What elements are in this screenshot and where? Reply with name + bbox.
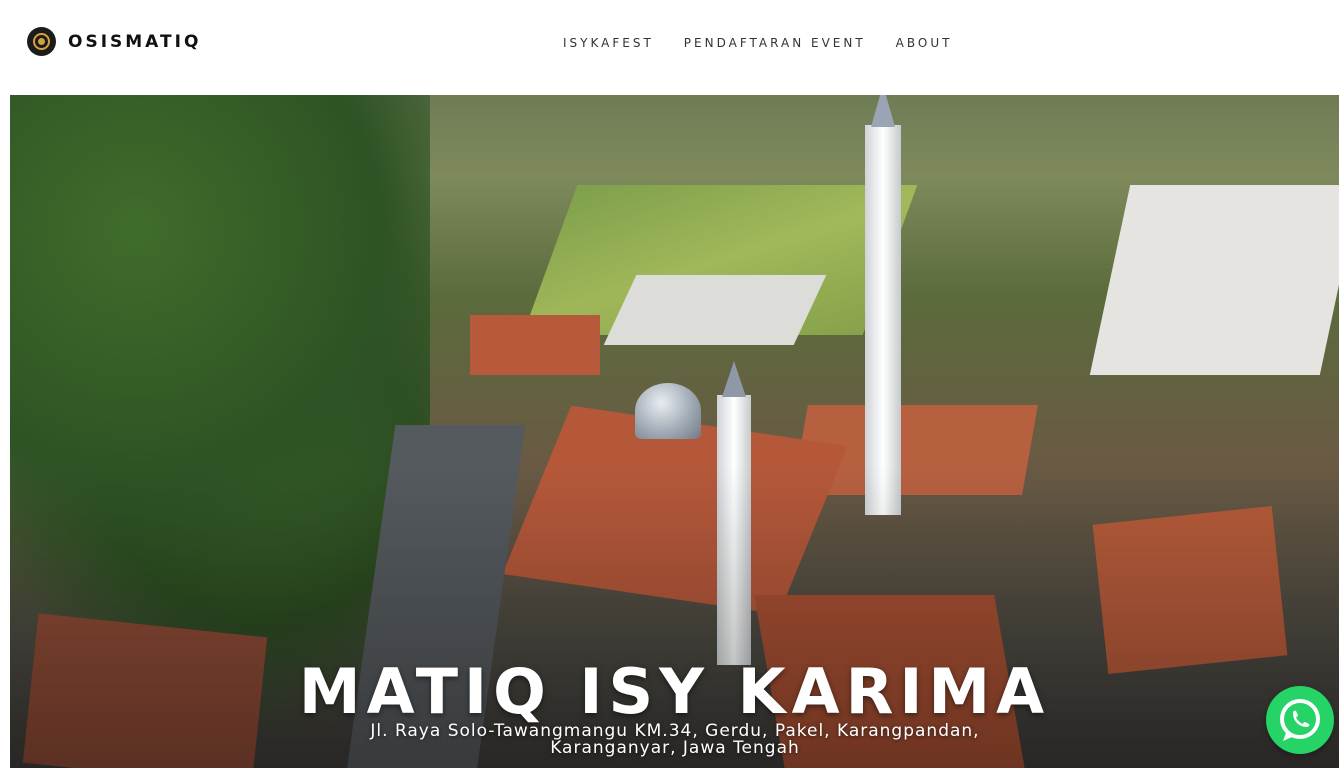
hero-banner: MATIQ ISY KARIMA Jl. Raya Solo-Tawangman… — [10, 95, 1339, 768]
brand-name: OSISMATIQ — [68, 31, 202, 52]
nav-item-about[interactable]: ABOUT — [896, 36, 953, 50]
nav-item-pendaftaran-event[interactable]: PENDAFTARAN EVENT — [684, 36, 866, 50]
site-header: OSISMATIQ ISYKAFEST PENDAFTARAN EVENT AB… — [0, 0, 1344, 95]
whatsapp-icon — [1280, 699, 1320, 741]
hero-title: MATIQ ISY KARIMA — [298, 655, 1051, 728]
nav-item-isykafest[interactable]: ISYKAFEST — [563, 36, 654, 50]
hero-address: Jl. Raya Solo-Tawangmangu KM.34, Gerdu, … — [370, 721, 980, 758]
whatsapp-chat-button[interactable] — [1266, 686, 1334, 754]
brand-logo[interactable]: OSISMATIQ — [27, 27, 201, 56]
main-nav: ISYKAFEST PENDAFTARAN EVENT ABOUT — [563, 36, 982, 50]
logo-icon — [27, 27, 56, 56]
